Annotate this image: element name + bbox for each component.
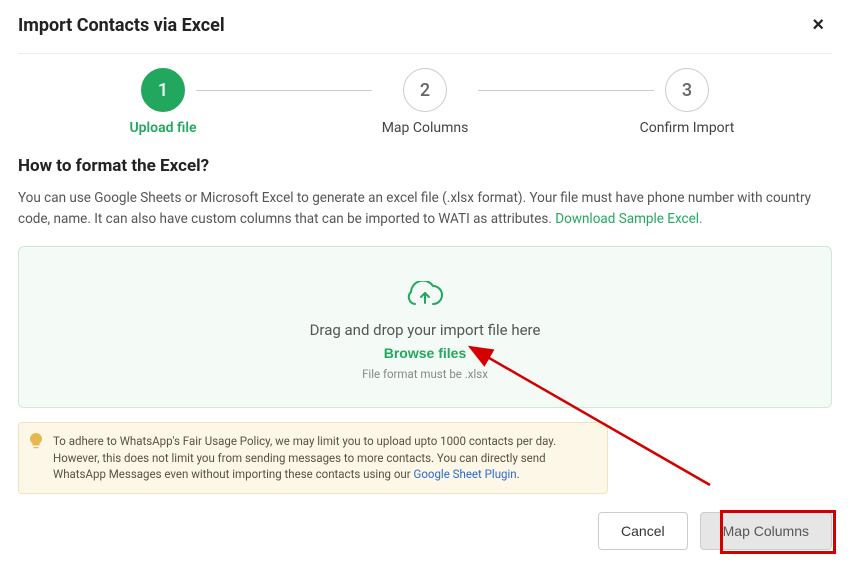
step-label: Confirm Import	[640, 120, 735, 136]
browse-files-button[interactable]: Browse files	[384, 345, 466, 361]
modal-footer: Cancel Map Columns	[18, 512, 832, 550]
step-3: 3 Confirm Import	[632, 68, 742, 136]
upload-cloud-icon	[407, 281, 443, 313]
modal-title: Import Contacts via Excel	[18, 15, 225, 36]
modal-header: Import Contacts via Excel ×	[18, 10, 832, 54]
help-text: You can use Google Sheets or Microsoft E…	[18, 188, 832, 230]
section-subtitle: How to format the Excel?	[18, 156, 832, 176]
step-circle: 1	[141, 68, 185, 112]
step-1: 1 Upload file	[108, 68, 218, 136]
map-columns-button[interactable]: Map Columns	[700, 512, 832, 550]
step-circle: 3	[665, 68, 709, 112]
modal-container: Import Contacts via Excel × 1 Upload fil…	[0, 0, 850, 568]
dropzone-hint: File format must be .xlsx	[362, 367, 488, 381]
cancel-button[interactable]: Cancel	[598, 512, 688, 550]
dropzone-text: Drag and drop your import file here	[310, 321, 541, 339]
google-sheet-plugin-link[interactable]: Google Sheet Plugin	[414, 467, 517, 481]
step-label: Map Columns	[382, 120, 469, 136]
download-sample-link[interactable]: Download Sample Excel.	[555, 211, 702, 227]
close-button[interactable]: ×	[804, 10, 832, 41]
fair-usage-notice: To adhere to WhatsApp's Fair Usage Polic…	[18, 422, 608, 494]
step-circle: 2	[403, 68, 447, 112]
step-2: 2 Map Columns	[370, 68, 480, 136]
file-dropzone[interactable]: Drag and drop your import file here Brow…	[18, 246, 832, 408]
stepper: 1 Upload file 2 Map Columns 3 Confirm Im…	[18, 54, 832, 150]
stepper-line	[478, 90, 654, 91]
stepper-line	[196, 90, 372, 91]
step-label: Upload file	[129, 120, 196, 136]
lightbulb-icon	[29, 433, 43, 454]
notice-text-post: .	[517, 467, 520, 481]
